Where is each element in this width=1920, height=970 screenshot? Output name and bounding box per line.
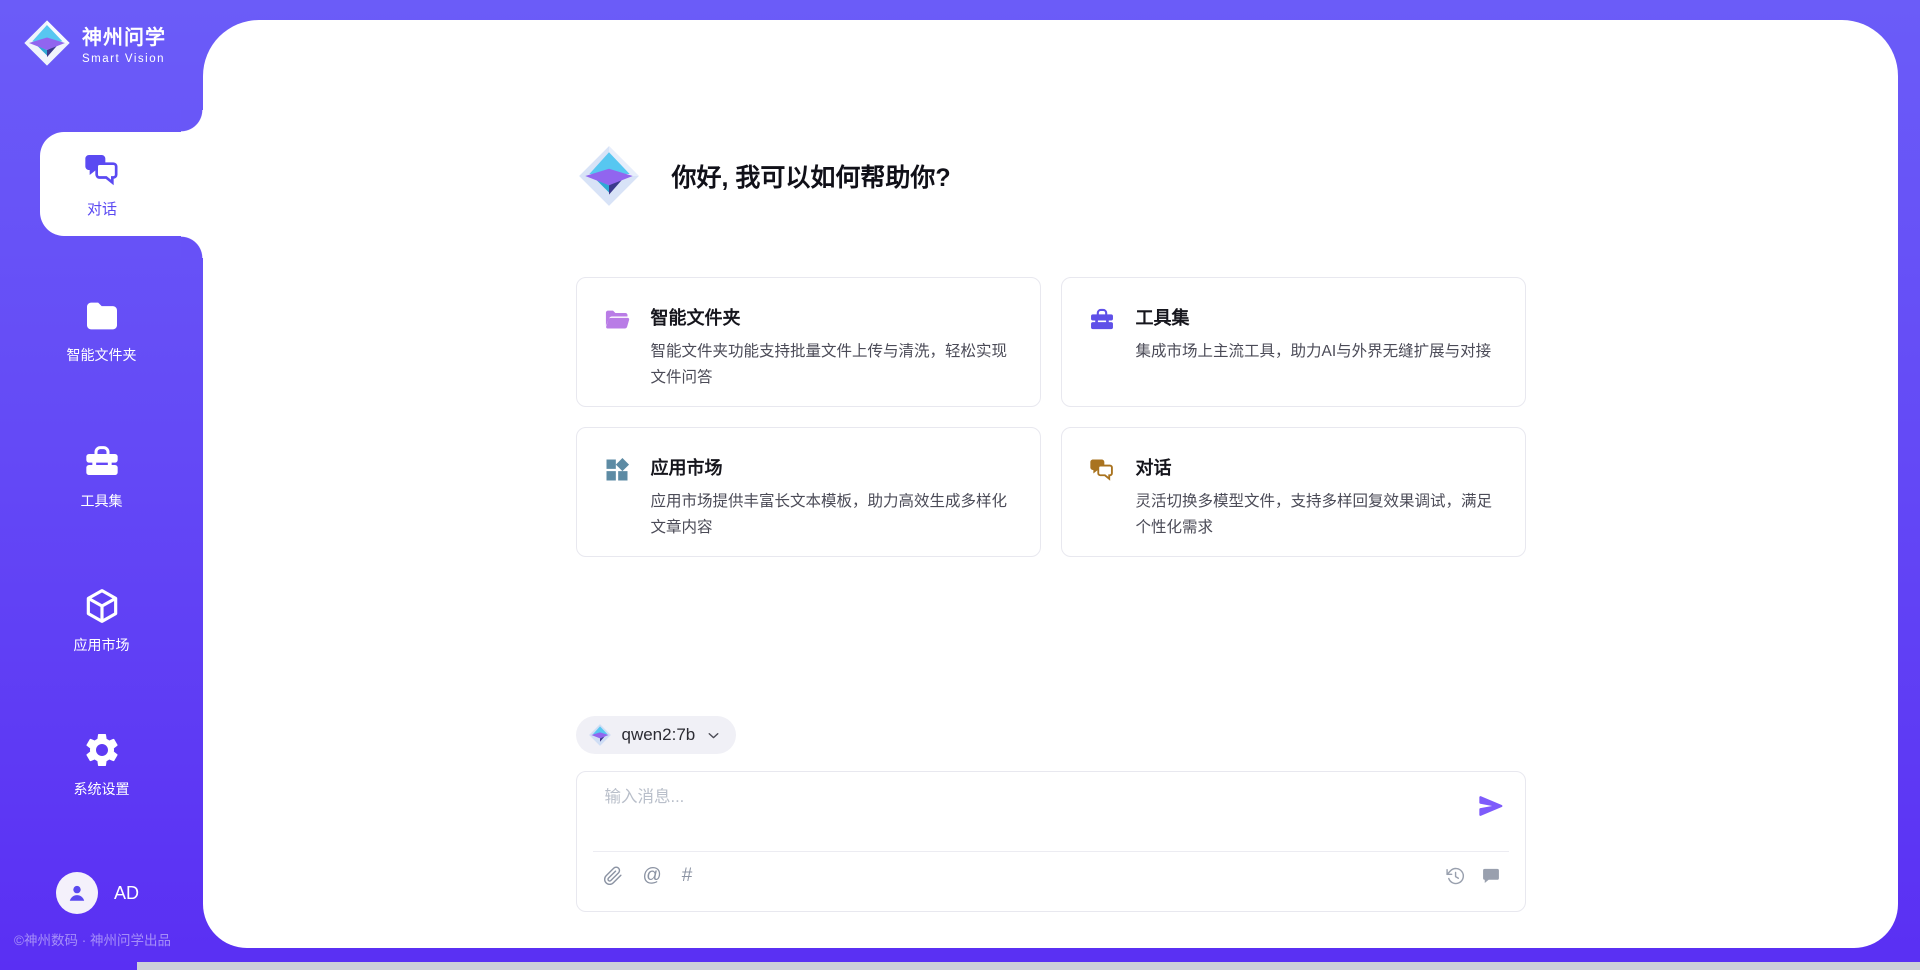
send-icon: [1477, 792, 1505, 820]
feature-cards: 智能文件夹 智能文件夹功能支持批量文件上传与清洗，轻松实现文件问答: [576, 277, 1526, 557]
sidebar-item-chat[interactable]: 对话: [40, 132, 206, 236]
history-button[interactable]: [1445, 866, 1465, 886]
sidebar-item-label: 对话: [87, 198, 117, 219]
card-chat[interactable]: 对话 灵活切换多模型文件，支持多样回复效果调试，满足个性化需求: [1061, 427, 1526, 557]
card-title: 应用市场: [651, 454, 1016, 480]
user-name: AD: [114, 883, 139, 904]
composer-tools-right: [1445, 866, 1501, 886]
history-icon: [1445, 866, 1465, 886]
card-description: 灵活切换多模型文件，支持多样回复效果调试，满足个性化需求: [1136, 489, 1501, 541]
feedback-button[interactable]: [1481, 866, 1501, 886]
chat-icon: [1088, 456, 1116, 484]
composer-tools-left: @ #: [603, 866, 693, 886]
card-toolset[interactable]: 工具集 集成市场上主流工具，助力AI与外界无缝扩展与对接: [1061, 277, 1526, 407]
message-input[interactable]: [605, 788, 1425, 807]
card-app-market[interactable]: 应用市场 应用市场提供丰富长文本模板，助力高效生成多样化文章内容: [576, 427, 1041, 557]
feedback-icon: [1481, 866, 1501, 886]
brand-diamond-icon: [22, 18, 72, 68]
toolbox-icon: [82, 442, 122, 482]
cube-icon: [82, 586, 122, 626]
sidebar-item-label: 应用市场: [74, 635, 130, 655]
card-description: 应用市场提供丰富长文本模板，助力高效生成多样化文章内容: [651, 489, 1016, 541]
chevron-down-icon: [705, 727, 722, 744]
center-column: 你好, 我可以如何帮助你? 智能文件夹 智能文件夹功能支持批量文件上传与清洗，轻…: [576, 20, 1526, 948]
topic-button[interactable]: #: [682, 866, 693, 886]
send-button[interactable]: [1477, 792, 1505, 820]
card-title: 智能文件夹: [651, 304, 1016, 330]
model-selector[interactable]: qwen2:7b: [576, 716, 737, 754]
sidebar-item-settings[interactable]: 系统设置: [0, 730, 203, 799]
composer-divider: [593, 851, 1509, 852]
mention-button[interactable]: @: [643, 866, 662, 886]
sidebar-item-label: 智能文件夹: [67, 345, 137, 365]
gear-icon: [82, 730, 122, 770]
main-content: 你好, 我可以如何帮助你? 智能文件夹 智能文件夹功能支持批量文件上传与清洗，轻…: [203, 20, 1898, 948]
user-profile[interactable]: AD: [56, 872, 139, 914]
tab-fillet-bottom: [181, 236, 203, 258]
sidebar-item-label: 系统设置: [74, 779, 130, 799]
folder-open-icon: [603, 306, 631, 334]
card-smart-folder[interactable]: 智能文件夹 智能文件夹功能支持批量文件上传与清洗，轻松实现文件问答: [576, 277, 1041, 407]
toolbox-icon: [1088, 306, 1116, 334]
brand-subtitle: Smart Vision: [82, 53, 166, 65]
attachment-icon: [603, 866, 623, 886]
widgets-icon: [603, 456, 631, 484]
greeting: 你好, 我可以如何帮助你?: [576, 143, 951, 209]
brand-diamond-icon: [588, 723, 612, 747]
greeting-title: 你好, 我可以如何帮助你?: [672, 158, 951, 194]
sidebar: 神州问学 Smart Vision 对话 智能文件夹: [0, 0, 203, 970]
brand-logo: 神州问学 Smart Vision: [22, 18, 166, 68]
tab-fillet-top: [181, 110, 203, 132]
card-description: 集成市场上主流工具，助力AI与外界无缝扩展与对接: [1136, 339, 1492, 365]
card-title: 对话: [1136, 454, 1501, 480]
brand-diamond-icon: [576, 143, 642, 209]
sidebar-item-label: 工具集: [81, 491, 123, 511]
message-composer: @ #: [576, 771, 1526, 912]
chat-icon: [82, 150, 122, 190]
model-name: qwen2:7b: [622, 725, 696, 745]
card-title: 工具集: [1136, 304, 1492, 330]
sidebar-item-app-market[interactable]: 应用市场: [0, 586, 203, 655]
avatar: [56, 872, 98, 914]
sidebar-item-toolset[interactable]: 工具集: [0, 442, 203, 511]
app-screen: 神州问学 Smart Vision 对话 智能文件夹: [0, 0, 1920, 970]
folder-icon: [82, 296, 122, 336]
horizontal-scrollbar[interactable]: [137, 962, 1920, 970]
brand-name: 神州问学: [82, 21, 166, 50]
copyright-footer: ©神州数码 · 神州问学出品: [14, 929, 171, 949]
person-icon: [65, 881, 89, 905]
card-description: 智能文件夹功能支持批量文件上传与清洗，轻松实现文件问答: [651, 339, 1016, 391]
sidebar-item-smart-folder[interactable]: 智能文件夹: [0, 296, 203, 365]
attachment-button[interactable]: [603, 866, 623, 886]
